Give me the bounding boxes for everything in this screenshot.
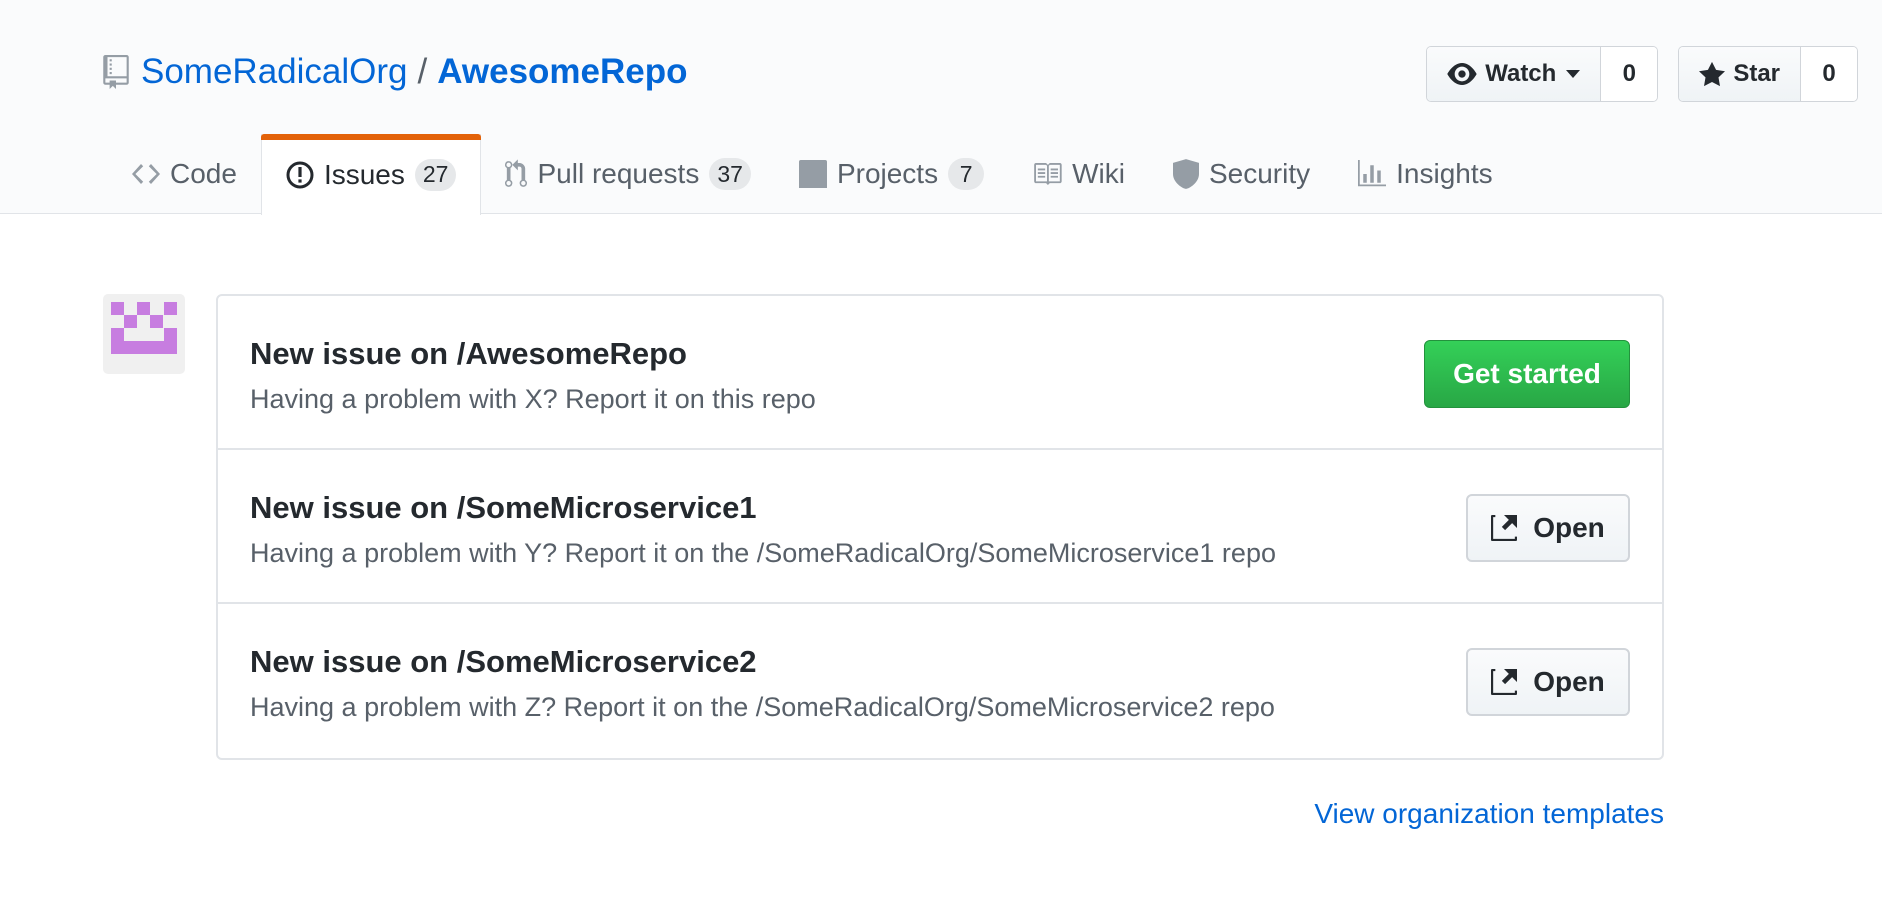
tab-wiki[interactable]: Wiki [1008,134,1149,214]
tab-label: Code [170,158,237,189]
tab-insights[interactable]: Insights [1334,134,1517,214]
repo-title: SomeRadicalOrg / AwesomeRepo [103,50,688,94]
issue-templates-list: New issue on /AwesomeRepo Having a probl… [216,294,1664,760]
pull-requests-counter: 37 [709,158,751,190]
book-icon [1034,163,1062,185]
template-title: New issue on /SomeMicroservice2 [250,644,757,679]
star-count[interactable]: 0 [1801,47,1857,101]
watch-label: Watch [1485,60,1557,87]
issues-counter: 27 [414,158,457,191]
chevron-down-icon [1566,70,1581,78]
tab-label: Pull requests [537,158,700,189]
template-title: New issue on /AwesomeRepo [250,336,687,371]
tab-label: Issues [323,158,405,190]
org-avatar [103,294,185,374]
template-description: Having a problem with Y? Report it on th… [250,538,1276,568]
watch-button[interactable]: Watch [1427,47,1602,101]
tab-security[interactable]: Security [1149,134,1334,214]
repo-nav-tabs: Code Issues 27 Pull requests 37 Projects… [108,134,1517,215]
repo-icon [103,55,129,89]
repo-actions: Watch 0 Star 0 [1426,46,1858,102]
template-row: New issue on /SomeMicroservice1 Having a… [218,450,1662,604]
projects-counter: 7 [948,158,985,190]
template-description: Having a problem with Z? Report it on th… [250,692,1275,722]
link-external-icon [1491,515,1518,541]
tab-label: Projects [836,158,939,189]
star-button[interactable]: Star [1679,47,1801,101]
graph-icon [1358,160,1387,187]
repo-owner-link[interactable]: SomeRadicalOrg [141,52,408,92]
project-icon [798,160,827,188]
open-external-button[interactable]: Open [1466,648,1630,716]
shield-icon [1172,159,1199,189]
tab-issues[interactable]: Issues 27 [260,134,482,215]
link-external-icon [1491,669,1518,695]
repo-header: SomeRadicalOrg / AwesomeRepo Watch 0 Sta… [0,0,1882,215]
template-title: New issue on /SomeMicroservice1 [250,490,757,525]
tab-projects[interactable]: Projects 7 [775,134,1008,214]
template-row: New issue on /AwesomeRepo Having a probl… [218,296,1662,450]
issue-opened-icon [286,161,314,188]
code-icon [132,164,160,184]
tab-label: Security [1208,158,1311,189]
watch-count[interactable]: 0 [1601,47,1658,101]
eye-icon [1447,63,1477,85]
tab-label: Wiki [1072,158,1125,189]
star-icon [1699,61,1726,87]
tab-label: Insights [1396,158,1493,189]
path-separator: / [417,52,428,91]
open-label: Open [1533,666,1605,697]
git-pull-request-icon [505,159,528,187]
star-button-group: Star 0 [1678,46,1858,102]
view-organization-templates-link[interactable]: View organization templates [1314,798,1664,830]
identicon-avatar [111,302,177,354]
get-started-button[interactable]: Get started [1424,340,1630,408]
repo-name-link[interactable]: AwesomeRepo [437,52,687,92]
tab-pull-requests[interactable]: Pull requests 37 [481,134,774,214]
template-row: New issue on /SomeMicroservice2 Having a… [218,604,1662,758]
star-label: Star [1733,60,1780,87]
open-external-button[interactable]: Open [1466,494,1630,562]
template-description: Having a problem with X? Report it on th… [250,384,816,414]
tab-code[interactable]: Code [108,134,261,214]
watch-button-group: Watch 0 [1426,46,1659,102]
open-label: Open [1533,512,1605,543]
